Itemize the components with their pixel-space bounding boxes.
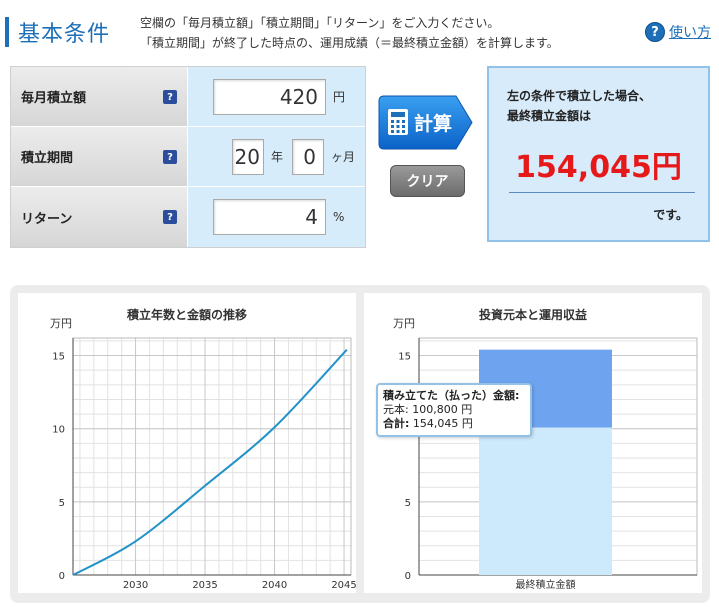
result-line-1: 左の条件で積立した場合、 bbox=[507, 89, 652, 103]
value-return: 4 % bbox=[188, 187, 365, 247]
question-icon[interactable]: ? bbox=[163, 210, 177, 224]
result-amount: 154,045円 bbox=[515, 150, 682, 185]
header-accent-bar bbox=[5, 17, 9, 47]
tooltip-principal-label: 元本: bbox=[383, 403, 409, 416]
x-tick-label: 2030 bbox=[123, 580, 148, 591]
y-tick-label: 0 bbox=[59, 571, 65, 582]
period-years-input[interactable]: 20 bbox=[232, 138, 264, 175]
label-return-text: リターン bbox=[21, 211, 73, 227]
x-tick-label: 2040 bbox=[262, 580, 287, 591]
bar-principal bbox=[479, 427, 612, 575]
result-suffix: です。 bbox=[653, 208, 688, 222]
result-line-2: 最終積立金額は bbox=[507, 109, 592, 123]
question-icon[interactable]: ? bbox=[163, 150, 177, 164]
question-icon: ? bbox=[645, 22, 665, 42]
unit-years: 年 bbox=[271, 150, 284, 164]
result-box: 左の条件で積立した場合、 最終積立金額は 154,045円 です。 bbox=[487, 66, 710, 242]
calculator-icon bbox=[388, 109, 408, 135]
bar-chart: 051015万円最終積立金額 bbox=[393, 317, 698, 591]
y-tick-label: 5 bbox=[59, 498, 65, 509]
line-chart-card: 積立年数と金額の推移 0 5 10 15 2030 2035 2040 2045 万円 bbox=[18, 293, 357, 593]
value-monthly: 420 円 bbox=[188, 67, 365, 126]
calculate-button-shape: 計算 bbox=[378, 95, 473, 150]
return-rate-input[interactable]: 4 bbox=[213, 199, 326, 235]
row-return: リターン ? 4 % bbox=[11, 187, 365, 247]
series-line bbox=[72, 349, 348, 576]
period-months-input[interactable]: 0 bbox=[292, 138, 325, 175]
label-return: リターン ? bbox=[11, 187, 188, 247]
bar-chart-card: 投資元本と運用収益 051015万円最終積立金額 bbox=[364, 293, 702, 593]
unit-percent: % bbox=[333, 210, 345, 224]
monthly-amount-input[interactable]: 420 bbox=[213, 78, 326, 115]
label-period-text: 積立期間 bbox=[21, 151, 74, 166]
x-category-label: 最終積立金額 bbox=[516, 578, 576, 591]
unit-yen: 円 bbox=[333, 90, 346, 104]
tooltip-total-value: 154,045 円 bbox=[412, 417, 473, 430]
y-tick-label: 10 bbox=[52, 425, 65, 436]
input-form: 毎月積立額 ? 420 円 積立期間 ? 20 年 0 ヶ月 リターン ? 4 … bbox=[10, 66, 366, 248]
tooltip-principal-value: 100,800 円 bbox=[412, 403, 473, 416]
line-chart-title: 積立年数と金額の推移 bbox=[126, 308, 247, 322]
label-period: 積立期間 ? bbox=[11, 127, 188, 186]
y-tick-label: 0 bbox=[405, 571, 411, 582]
bar-tooltip: 積み立てた（払った）金額: 元本: 100,800 円 合計: 154,045 … bbox=[376, 383, 532, 437]
instructions-line-1: 空欄の「毎月積立額」「積立期間」「リターン」をご入力ください。 bbox=[140, 16, 500, 30]
row-period: 積立期間 ? 20 年 0 ヶ月 bbox=[11, 127, 365, 187]
x-tick-label: 2045 bbox=[331, 580, 356, 591]
tooltip-total-label: 合計: bbox=[383, 417, 410, 430]
y-tick-label: 15 bbox=[398, 352, 411, 363]
label-monthly: 毎月積立額 ? bbox=[11, 67, 188, 126]
calculate-label: 計算 bbox=[414, 112, 452, 135]
help-link[interactable]: ? 使い方 bbox=[645, 22, 711, 42]
tooltip-title: 積み立てた（払った）金額: bbox=[383, 389, 520, 402]
label-monthly-text: 毎月積立額 bbox=[21, 91, 87, 106]
unit-months: ヶ月 bbox=[331, 150, 356, 164]
bar-chart-title: 投資元本と運用収益 bbox=[478, 308, 587, 322]
instructions-line-2: 「積立期間」が終了した時点の、運用成績（＝最終積立金額）を計算します。 bbox=[140, 36, 559, 50]
calculate-button[interactable]: 計算 bbox=[378, 95, 473, 150]
row-monthly: 毎月積立額 ? 420 円 bbox=[11, 67, 365, 127]
clear-button[interactable]: クリア bbox=[390, 165, 465, 197]
instructions: 空欄の「毎月積立額」「積立期間」「リターン」をご入力ください。 「積立期間」が終… bbox=[140, 13, 559, 53]
page-title: 基本条件 bbox=[18, 22, 111, 47]
question-icon[interactable]: ? bbox=[163, 90, 177, 104]
y-tick-label: 15 bbox=[52, 352, 65, 363]
line-chart: 0510152030 2035 2040 2045万円 bbox=[50, 317, 357, 591]
value-period: 20 年 0 ヶ月 bbox=[188, 127, 365, 186]
result-underline bbox=[509, 192, 695, 193]
plot-frame bbox=[72, 337, 352, 576]
help-label[interactable]: 使い方 bbox=[669, 22, 711, 42]
x-tick-label: 2035 bbox=[192, 580, 217, 591]
y-tick-label: 5 bbox=[405, 498, 411, 509]
chart-panel: 積立年数と金額の推移 0 5 10 15 2030 2035 2040 2045 万円 投資元本… bbox=[10, 285, 710, 603]
